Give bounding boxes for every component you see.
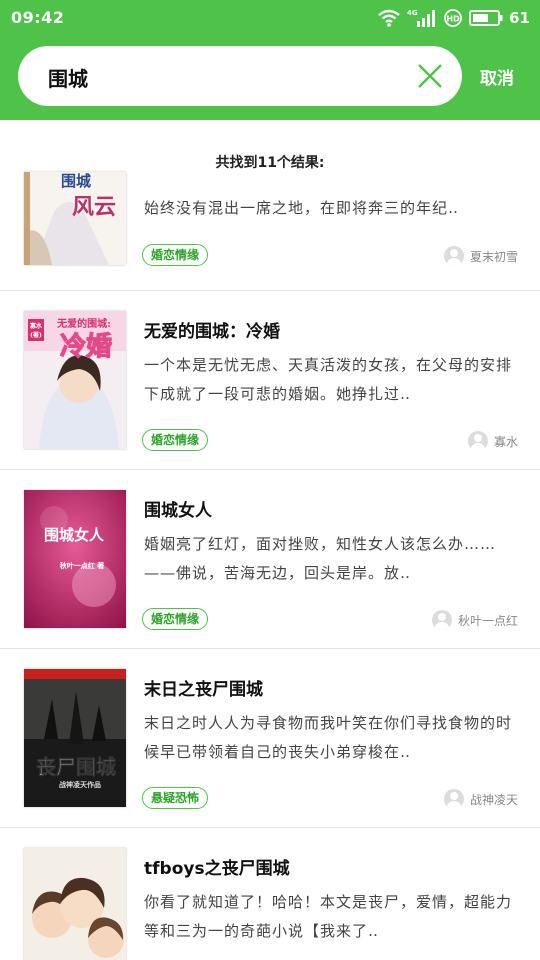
book-cover[interactable]: 丧尸围城 战神凌天作品 xyxy=(24,669,126,807)
book-description: 你看了就知道了！哈哈！本文是丧尸，爱情，超能力等和三为一的奇葩小说【我来了‥ xyxy=(144,893,513,940)
cover-author-part2: (著) xyxy=(30,331,42,339)
book-title[interactable]: 围城女人 xyxy=(144,496,212,521)
cover-title: 围城女人 xyxy=(44,526,105,544)
hd-label: HD xyxy=(446,15,460,24)
book-cover[interactable]: 围城女人 秋叶一点红 著 xyxy=(24,490,126,628)
genre-tag[interactable]: 悬疑恐怖 xyxy=(142,787,209,809)
avatar xyxy=(431,610,452,630)
book-cover[interactable]: 寡水 (著) 无爱的围城: 冷婚 xyxy=(24,311,126,449)
network-type-label: 4G xyxy=(407,9,418,17)
search-results: 共找到11个结果: 围城 风云 始终没有混出一席之地，在即将奔三的年纪‥ 婚恋情… xyxy=(0,120,540,960)
cover-title: 冷婚 xyxy=(60,331,112,362)
cover-subtitle: 无爱的围城: xyxy=(56,317,111,330)
list-item[interactable]: tfboys之丧尸围城 你看了就知道了！哈哈！本文是丧尸，爱情，超能力等和三为一… xyxy=(0,828,540,960)
book-title[interactable]: 无爱的围城：冷婚 xyxy=(144,317,280,342)
avatar xyxy=(467,431,488,451)
search-input[interactable]: 围城 xyxy=(48,63,88,92)
cover-title-part1: 围城 xyxy=(61,172,91,190)
genre-tag[interactable]: 婚恋情缘 xyxy=(142,429,209,451)
genre-tag[interactable]: 婚恋情缘 xyxy=(142,244,209,266)
list-item[interactable]: 丧尸围城 战神凌天作品 末日之丧尸围城 末日之时人人为寻食物而我叶笑在你们寻找食… xyxy=(0,649,540,828)
status-icons: 4G HD 61 xyxy=(377,6,530,30)
book-author[interactable]: 秋叶一点红 xyxy=(431,610,518,630)
status-time: 09:42 xyxy=(11,8,65,27)
book-description: 末日之时人人为寻食物而我叶笑在你们寻找食物的时候早已带领着自己的丧失小弟穿梭在‥ xyxy=(144,714,513,761)
cover-author: 战神凌天作品 xyxy=(59,780,101,789)
book-description: 婚姻亮了红灯，面对挫败，知性女人该怎么办……——佛说，苦海无边，回头是岸。放‥ xyxy=(144,535,497,582)
list-item[interactable]: 围城女人 秋叶一点红 著 围城女人 婚姻亮了红灯，面对挫败，知性女人该怎么办……… xyxy=(0,470,540,649)
result-count: 共找到11个结果: xyxy=(215,155,325,171)
list-item[interactable]: 寡水 (著) 无爱的围城: 冷婚 无爱的围城：冷婚 一个本是无忧无虑、天真活泼的… xyxy=(0,291,540,470)
book-author[interactable]: 寡水 xyxy=(467,431,518,451)
cover-title-part2: 风云 xyxy=(72,194,116,220)
author-name: 寡水 xyxy=(493,434,518,449)
wifi-icon xyxy=(378,9,400,27)
book-cover[interactable]: 围城 风云 xyxy=(24,172,126,265)
book-title[interactable]: tfboys之丧尸围城 xyxy=(144,854,290,879)
list-item[interactable]: 围城 风云 始终没有混出一席之地，在即将奔三的年纪‥ 婚恋情缘 夏末初雪 xyxy=(0,172,540,291)
close-icon[interactable] xyxy=(416,62,444,90)
author-name: 秋叶一点红 xyxy=(457,613,518,628)
genre-tag[interactable]: 婚恋情缘 xyxy=(142,608,209,630)
book-title[interactable]: 末日之丧尸围城 xyxy=(144,675,263,700)
book-author[interactable]: 战神凌天 xyxy=(443,789,518,809)
book-cover[interactable] xyxy=(24,848,126,960)
battery-level: 61 xyxy=(509,9,530,27)
author-name: 战神凌天 xyxy=(469,792,518,807)
cover-author-part1: 寡水 xyxy=(29,322,43,330)
search-box[interactable]: 围城 xyxy=(18,46,462,106)
book-description: 一个本是无忧无虑、天真活泼的女孩，在父母的安排下成就了一段可悲的婚姻。她挣扎过‥ xyxy=(144,356,513,403)
author-name: 夏末初雪 xyxy=(469,249,518,264)
book-author[interactable]: 夏末初雪 xyxy=(443,246,518,266)
cover-author: 秋叶一点红 著 xyxy=(60,561,104,570)
signal-icon: 4G xyxy=(407,9,436,27)
book-description: 始终没有混出一席之地，在即将奔三的年纪‥ xyxy=(144,199,460,217)
avatar xyxy=(443,789,464,809)
hd-icon: HD xyxy=(444,9,463,27)
battery-icon xyxy=(469,10,503,26)
cover-title: 丧尸围城 xyxy=(36,755,116,779)
book-list: 围城 风云 始终没有混出一席之地，在即将奔三的年纪‥ 婚恋情缘 夏末初雪 寡水 … xyxy=(0,172,540,960)
status-bar: 09:42 4G HD 61 xyxy=(0,0,540,36)
search-header: 围城 取消 xyxy=(0,36,540,120)
cancel-button[interactable]: 取消 xyxy=(480,64,514,89)
avatar xyxy=(443,246,464,266)
